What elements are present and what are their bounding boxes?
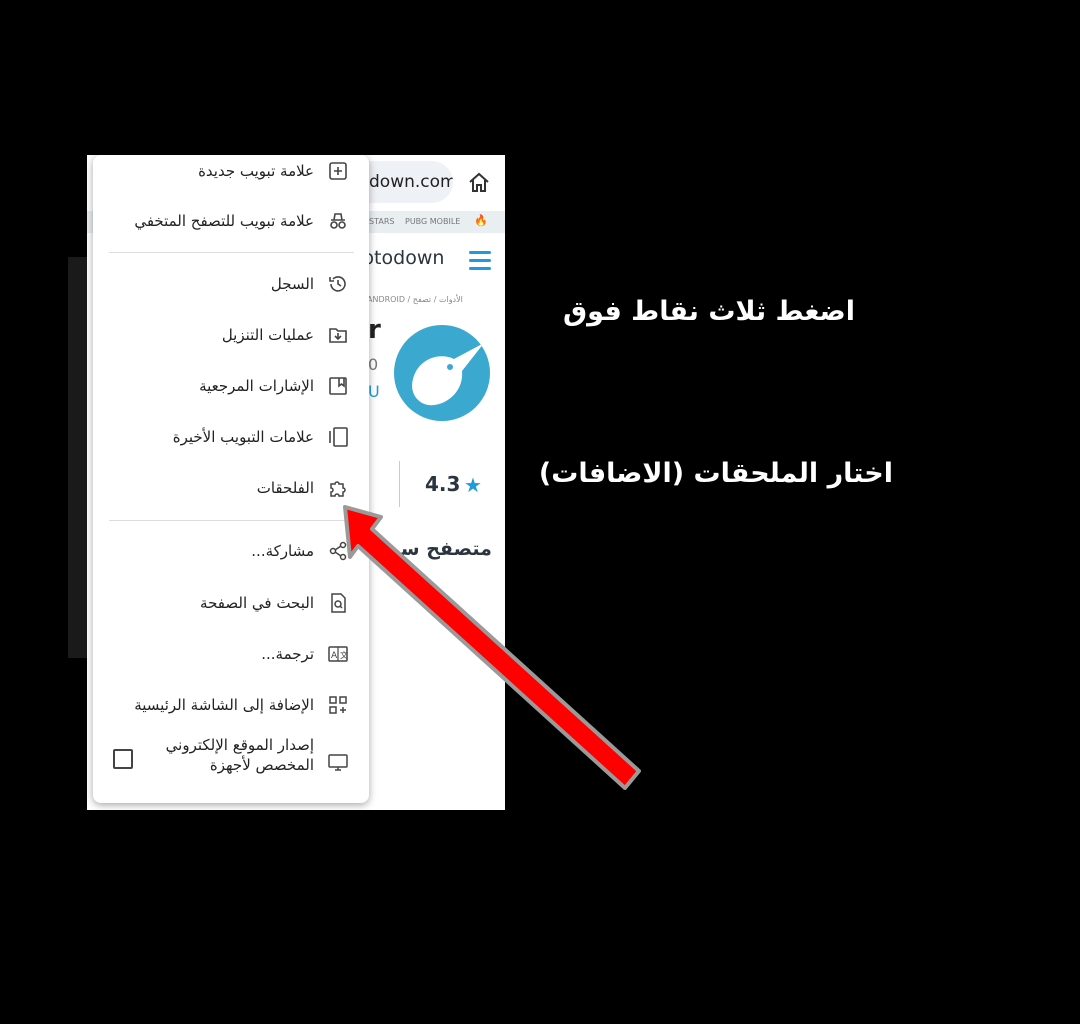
red-arrow-annotation — [343, 505, 641, 790]
instruction-step-1: اضغط ثلاث نقاط فوق — [563, 296, 855, 327]
instruction-step-2: اختار الملحقات (الاضافات) — [538, 458, 893, 489]
arrow-shape — [343, 505, 641, 790]
